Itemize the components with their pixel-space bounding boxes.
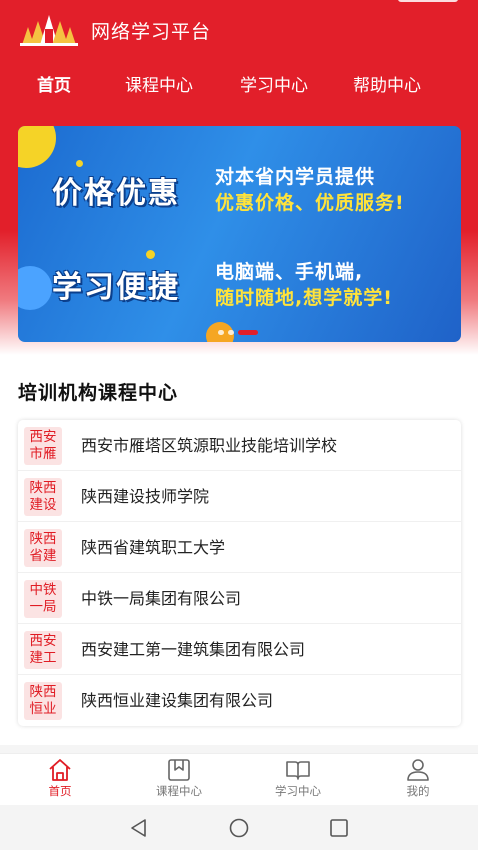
bottom-nav-mine[interactable]: 我的	[378, 758, 458, 806]
carousel-indicator-active[interactable]	[238, 330, 258, 335]
org-name: 西安建工第一建筑集团有限公司	[81, 640, 306, 659]
open-book-icon	[286, 761, 310, 780]
list-item[interactable]: 中铁 一局 中铁一局集团有限公司	[18, 573, 461, 624]
org-tag: 西安 建工	[24, 631, 62, 669]
banner-text-line: 电脑端、手机端,	[215, 261, 364, 283]
recents-icon[interactable]	[328, 817, 350, 839]
bottom-nav-home[interactable]: 首页	[20, 758, 100, 806]
tab-help-center[interactable]: 帮助中心	[353, 70, 421, 102]
org-tag: 陕西 建设	[24, 478, 62, 516]
section-title: 培训机构课程中心	[18, 382, 179, 404]
org-tag: 陕西 恒业	[24, 682, 62, 720]
org-tag: 中铁 一局	[24, 580, 62, 618]
list-item[interactable]: 陕西 恒业 陕西恒业建设集团有限公司	[18, 675, 461, 726]
decor-dot	[76, 160, 83, 167]
home-circle-icon[interactable]	[228, 817, 250, 839]
decor-circle	[18, 266, 52, 310]
org-name: 陕西省建筑职工大学	[81, 538, 226, 557]
bottom-nav-label: 我的	[406, 784, 430, 798]
decor-circle	[18, 126, 56, 168]
org-name: 西安市雁塔区筑源职业技能培训学校	[81, 436, 338, 455]
app-title: 网络学习平台	[91, 20, 212, 43]
org-tag: 陕西 省建	[24, 529, 62, 567]
banner-text-line: 优惠价格、优质服务!	[215, 192, 405, 214]
tab-study-center[interactable]: 学习中心	[240, 70, 308, 102]
org-name: 陕西建设技师学院	[81, 487, 210, 506]
carousel-indicator[interactable]	[218, 330, 224, 335]
status-bar	[0, 0, 478, 4]
top-nav: 首页 课程中心 学习中心 帮助中心	[0, 70, 478, 102]
tab-home[interactable]: 首页	[37, 70, 71, 102]
home-icon	[49, 759, 71, 781]
carousel-indicator[interactable]	[228, 330, 234, 335]
back-icon[interactable]	[128, 817, 150, 839]
list-item[interactable]: 陕西 省建 陕西省建筑职工大学	[18, 522, 461, 573]
brand: 网络学习平台	[18, 12, 211, 48]
list-item[interactable]: 西安 建工 西安建工第一建筑集团有限公司	[18, 624, 461, 675]
decor-dot	[146, 250, 155, 259]
system-nav-bar	[0, 805, 478, 850]
bottom-nav-label: 学习中心	[275, 784, 321, 798]
divider	[0, 745, 478, 753]
logo-icon	[20, 15, 78, 46]
bottom-nav-label: 首页	[48, 784, 72, 798]
banner-text-line: 随时随地,想学就学!	[215, 287, 393, 309]
tab-course-center[interactable]: 课程中心	[125, 70, 193, 102]
list-item[interactable]: 陕西 建设 陕西建设技师学院	[18, 471, 461, 522]
org-list: 西安 市雁 西安市雁塔区筑源职业技能培训学校 陕西 建设 陕西建设技师学院 陕西 省建…	[18, 420, 461, 726]
list-item[interactable]: 西安 市雁 西安市雁塔区筑源职业技能培训学校	[18, 420, 461, 471]
org-name: 陕西恒业建设集团有限公司	[81, 691, 274, 710]
org-tag: 西安 市雁	[24, 427, 62, 465]
bottom-nav-study-center[interactable]: 学习中心	[258, 758, 338, 806]
bottom-nav: 首页 课程中心 学习中心 我的	[0, 753, 478, 805]
bookmark-icon	[168, 759, 190, 781]
bottom-nav-label: 课程中心	[156, 784, 202, 798]
banner-headline-convenient: 学习便捷	[52, 270, 180, 305]
banner-text-line: 对本省内学员提供	[215, 166, 376, 188]
banner-headline-price: 价格优惠	[52, 176, 180, 211]
bottom-nav-course-center[interactable]: 课程中心	[139, 758, 219, 806]
status-icons	[398, 0, 458, 2]
org-name: 中铁一局集团有限公司	[81, 589, 242, 608]
user-icon	[407, 759, 429, 781]
promo-banner[interactable]: 价格优惠 对本省内学员提供 优惠价格、优质服务! 学习便捷 电脑端、手机端, 随…	[18, 126, 461, 342]
